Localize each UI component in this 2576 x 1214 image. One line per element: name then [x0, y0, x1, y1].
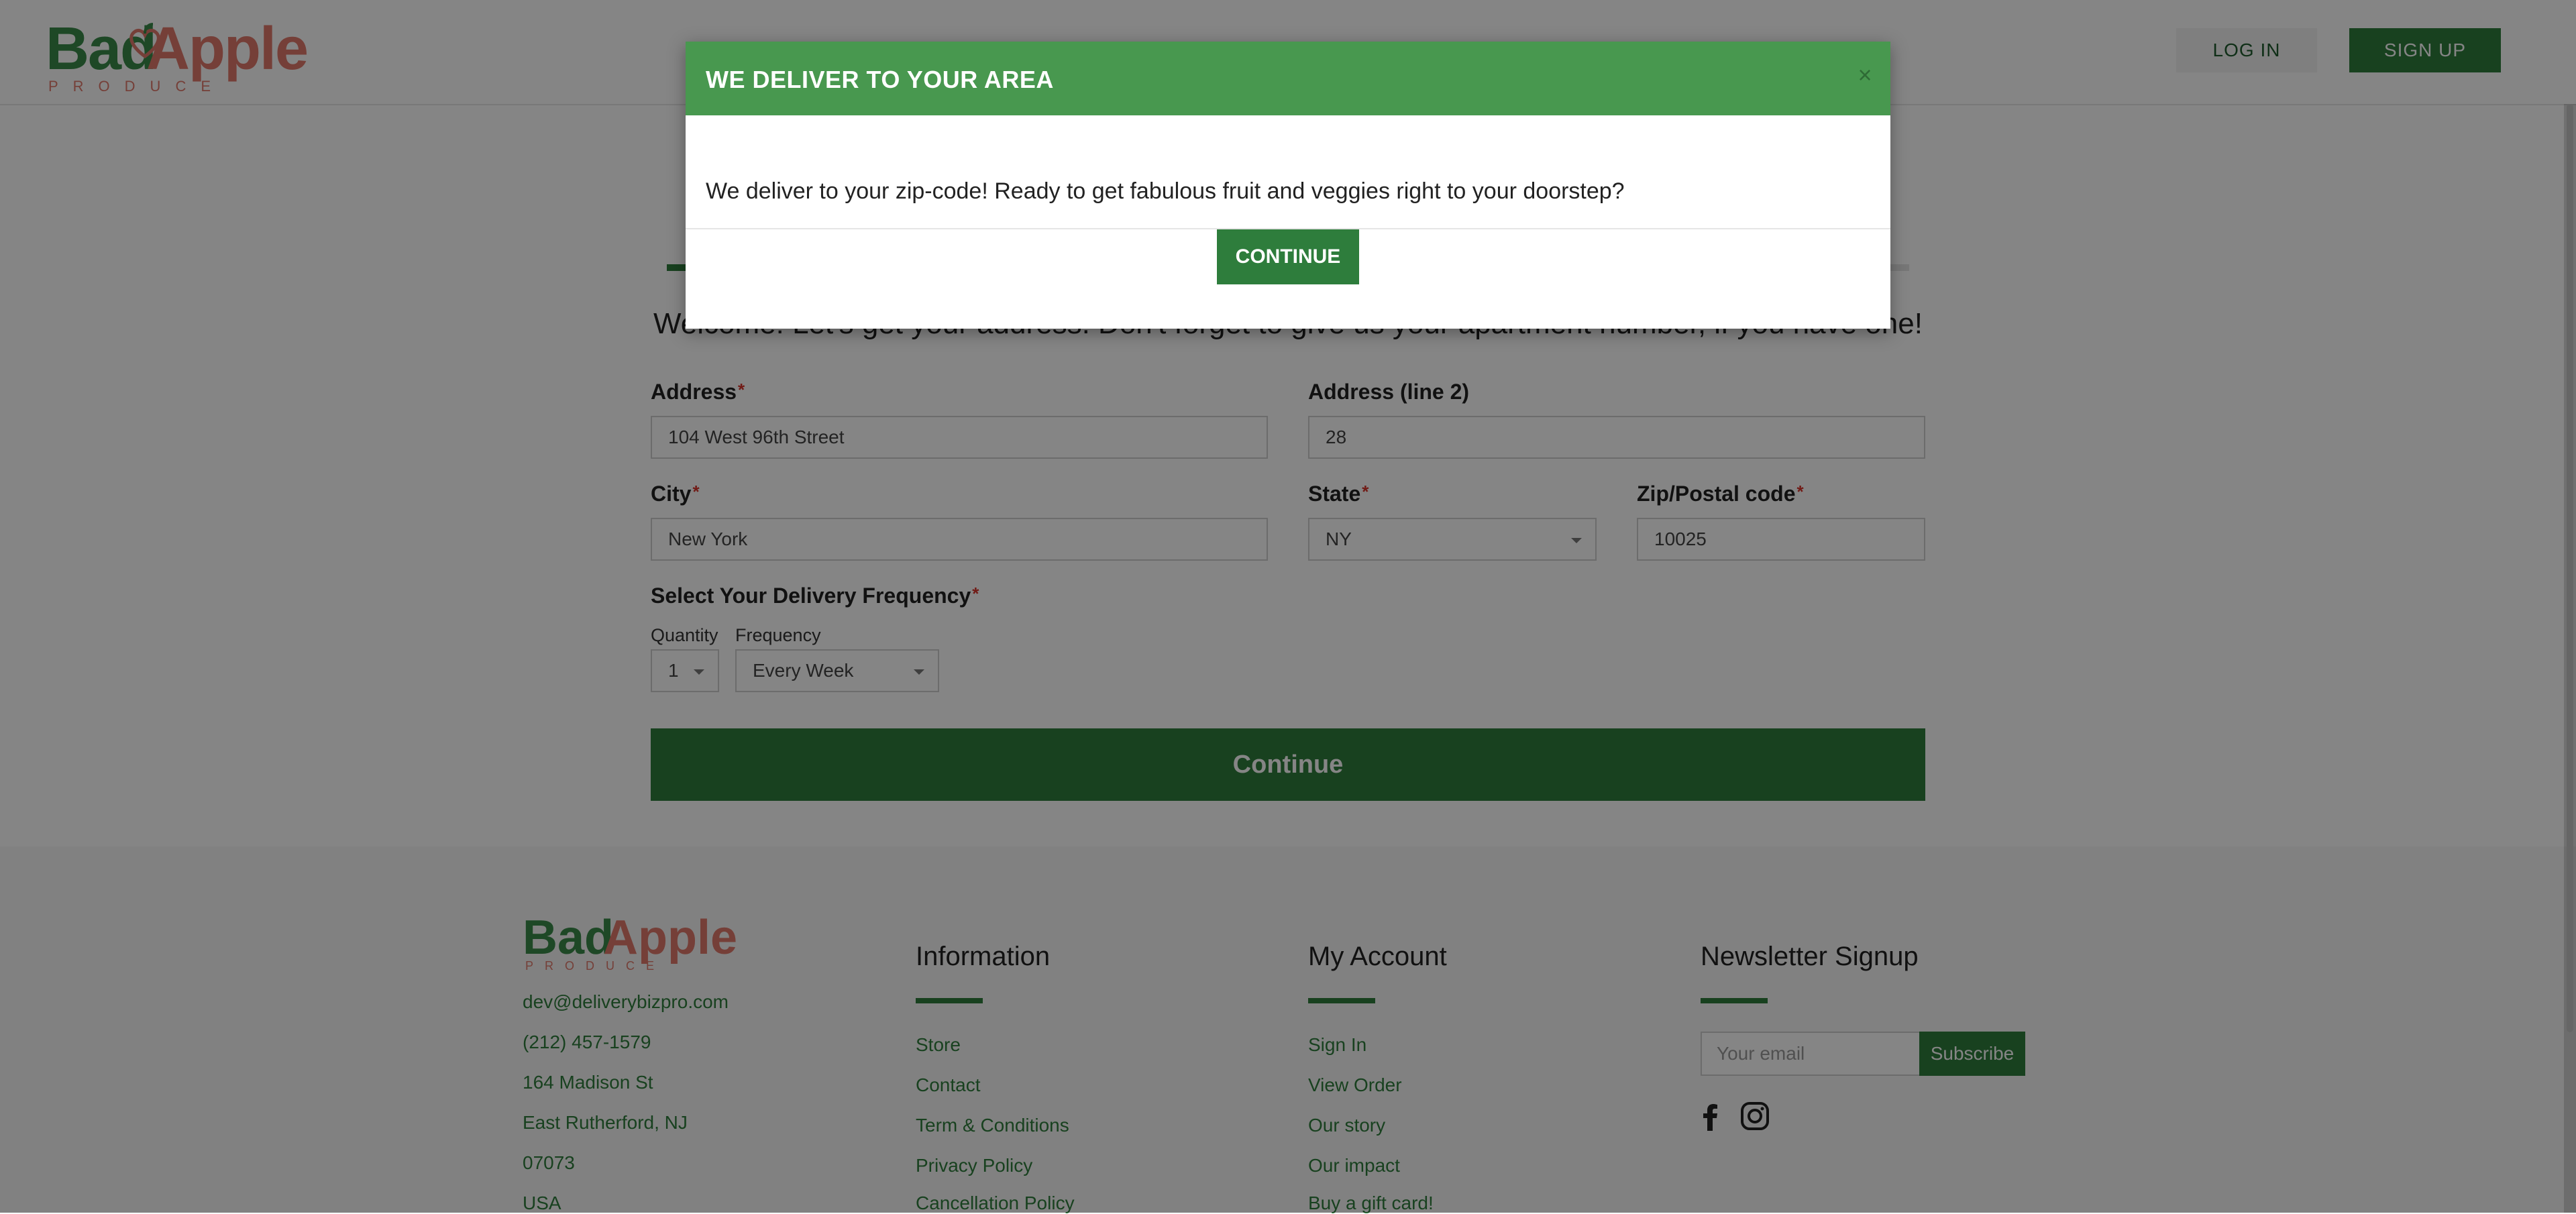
modal-header: WE DELIVER TO YOUR AREA ×: [686, 42, 1890, 115]
page-scrollbar[interactable]: [2564, 104, 2576, 1213]
close-icon[interactable]: ×: [1851, 59, 1878, 91]
delivery-area-modal: WE DELIVER TO YOUR AREA × We deliver to …: [686, 42, 1890, 329]
modal-continue-button[interactable]: CONTINUE: [1217, 229, 1359, 284]
modal-body: We deliver to your zip-code! Ready to ge…: [686, 115, 1890, 229]
page: Bad Apple PRODUCE LOG IN SIGN UP Welcome…: [0, 0, 2576, 1213]
scrollbar-thumb[interactable]: [2567, 104, 2573, 1032]
modal-message: We deliver to your zip-code! Ready to ge…: [706, 178, 1625, 204]
modal-title: WE DELIVER TO YOUR AREA: [706, 66, 1054, 93]
